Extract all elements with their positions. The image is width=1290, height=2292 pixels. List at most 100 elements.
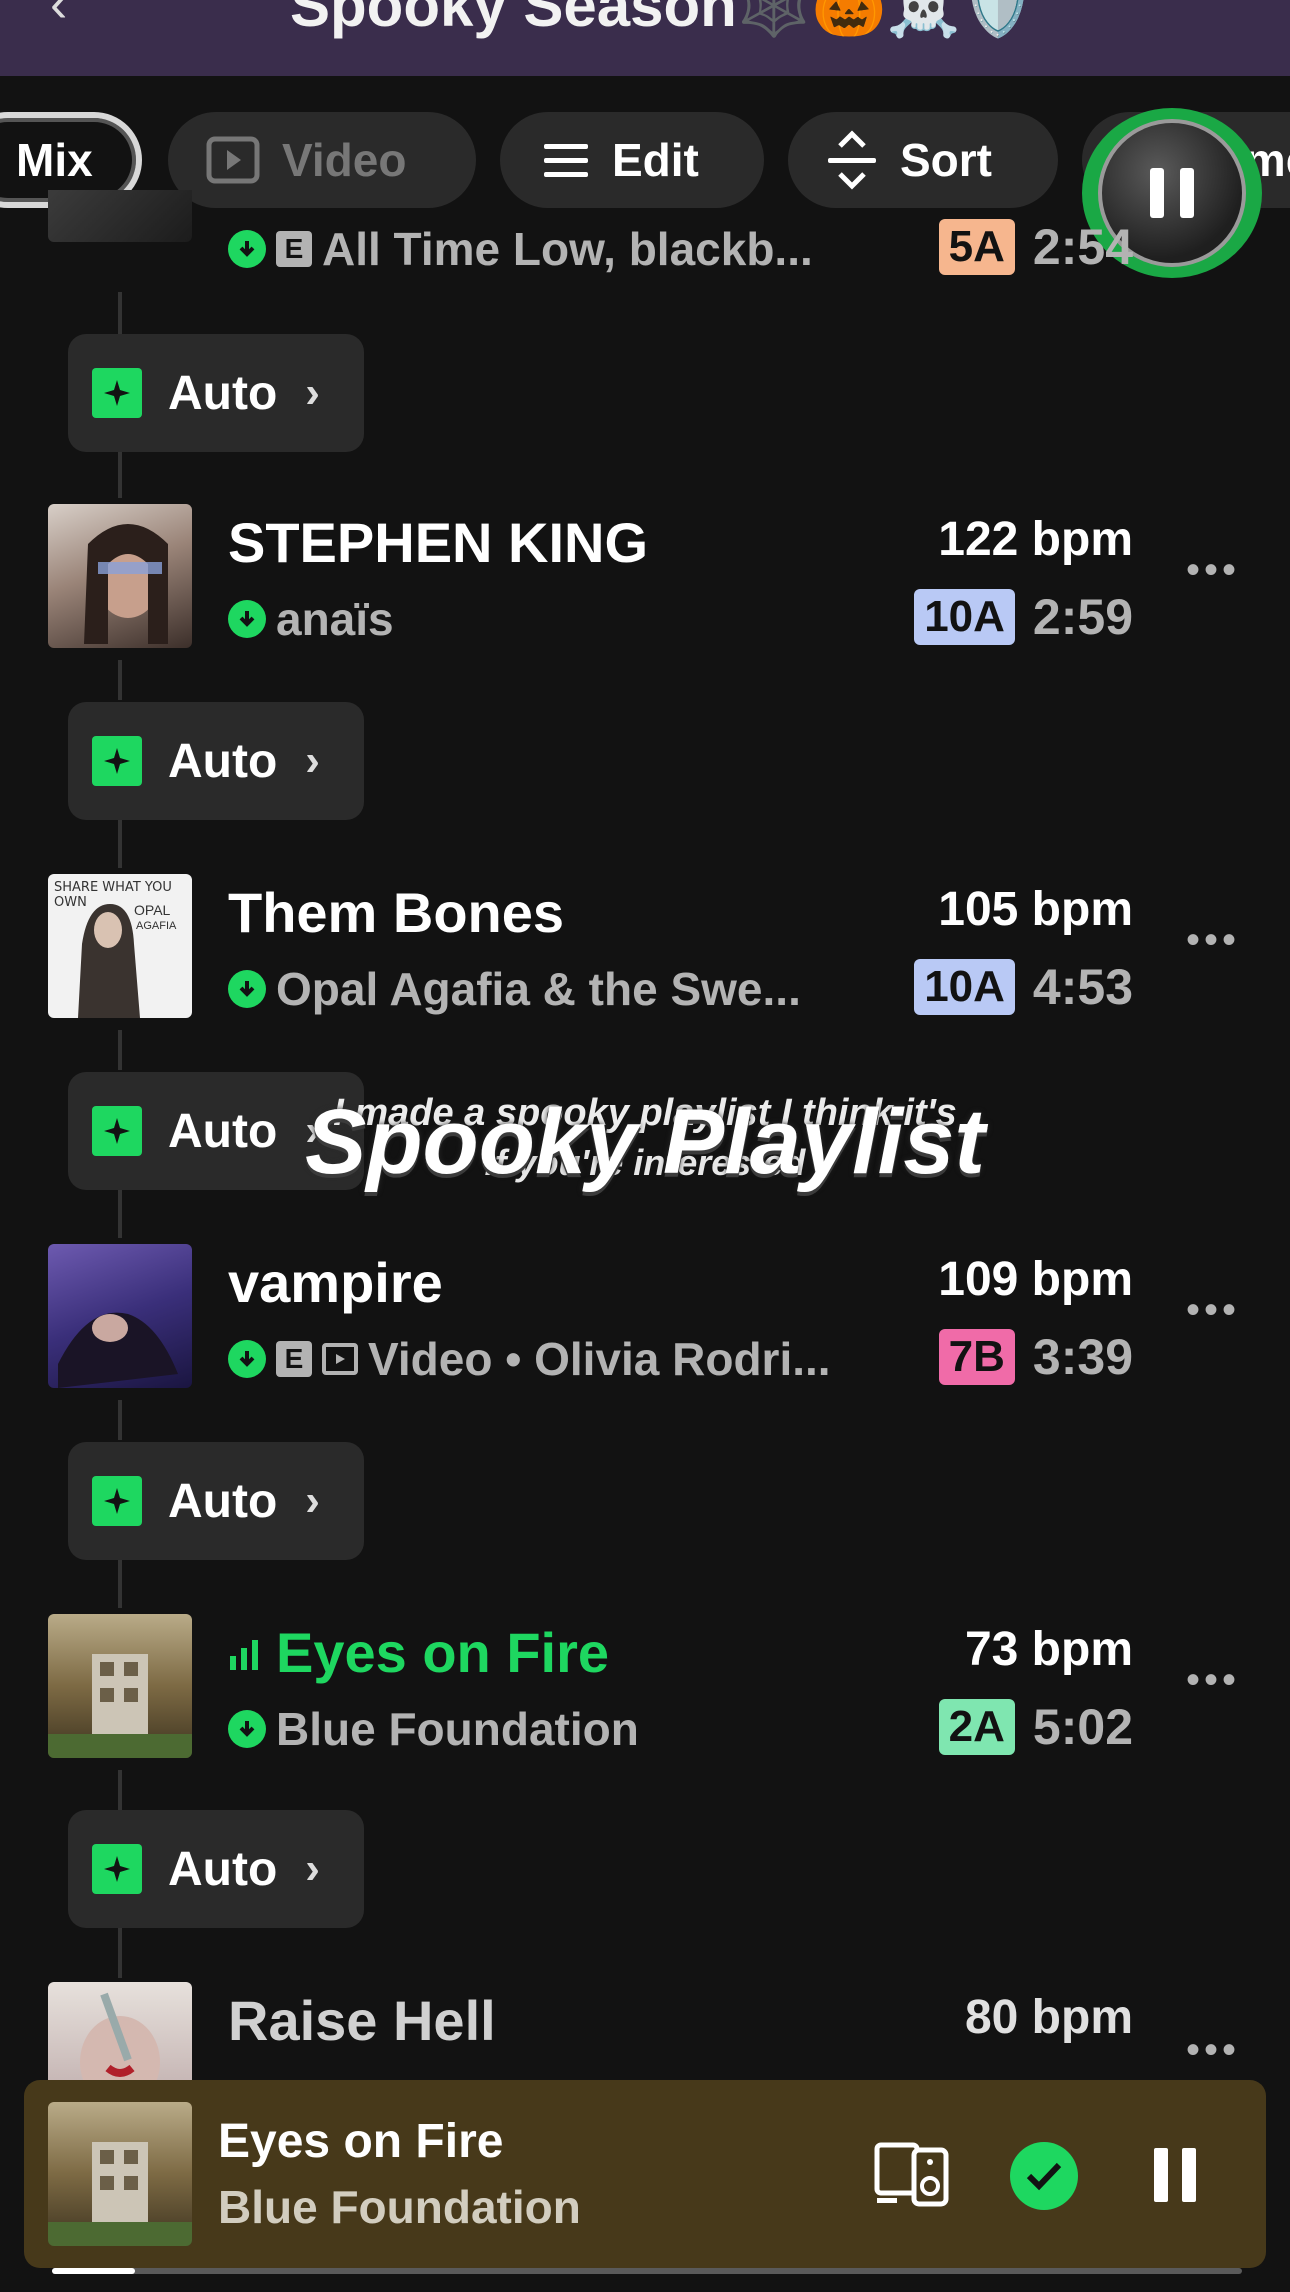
track-title: vampire — [228, 1251, 443, 1314]
more-options-icon[interactable]: ••• — [1186, 548, 1240, 593]
track-duration: 5:02 — [1032, 1699, 1133, 1755]
sparkle-icon — [92, 736, 142, 786]
connect-devices-icon[interactable] — [874, 2142, 950, 2213]
explicit-badge: E — [276, 231, 312, 267]
track-row[interactable]: Raise Hell 80 bpm ••• — [0, 1980, 1290, 2080]
track-artist: Opal Agafia & the Swe... — [276, 963, 801, 1015]
track-bpm: 73 bpm — [964, 1623, 1133, 1676]
now-playing-bars-icon — [228, 1620, 262, 1685]
album-art — [48, 1982, 192, 2080]
track-title: Them Bones — [228, 881, 565, 944]
track-connector — [118, 1928, 122, 1978]
track-bpm: 122 bpm — [938, 513, 1133, 566]
playlist-title: Spooky Season🕸️🎃☠️🛡️ — [290, 0, 1036, 39]
now-playing-title: Eyes on Fire — [218, 2115, 504, 2168]
downloaded-icon — [228, 1340, 266, 1378]
sparkle-icon — [92, 368, 142, 418]
playback-progress[interactable] — [52, 2268, 1242, 2274]
track-artist: anaïs — [276, 593, 394, 645]
explicit-badge: E — [276, 1341, 312, 1377]
track-artist: Blue Foundation — [276, 1703, 639, 1755]
track-duration: 2:54 — [1032, 219, 1133, 275]
track-subtitle: Blue Foundation — [228, 1702, 639, 1756]
mix-chip-label: Mix — [16, 134, 93, 186]
track-title-text: Eyes on Fire — [276, 1621, 610, 1684]
sparkle-icon — [92, 1844, 142, 1894]
downloaded-icon — [228, 970, 266, 1008]
track-connector — [118, 1770, 122, 1810]
sparkle-icon — [92, 1476, 142, 1526]
playlist-header: ‹ Spooky Season🕸️🎃☠️🛡️ — [0, 0, 1290, 76]
key-badge: 7B — [938, 1329, 1015, 1385]
more-options-icon[interactable]: ••• — [1186, 2028, 1240, 2073]
track-connector — [118, 1400, 122, 1440]
back-arrow-icon[interactable]: ‹ — [50, 0, 67, 34]
track-connector — [118, 818, 122, 868]
pause-icon[interactable] — [1154, 2148, 1196, 2202]
downloaded-icon — [228, 1710, 266, 1748]
track-artist: Video • Olivia Rodri... — [368, 1333, 831, 1385]
auto-transition-button[interactable]: Auto › — [68, 1810, 364, 1928]
video-icon — [322, 1343, 358, 1375]
key-badge: 10A — [914, 589, 1015, 645]
more-options-icon[interactable]: ••• — [1186, 918, 1240, 963]
track-bpm: 80 bpm — [964, 1991, 1133, 2044]
track-bpm: 109 bpm — [938, 1253, 1133, 1306]
chevron-right-icon: › — [305, 368, 320, 417]
more-options-icon[interactable]: ••• — [1186, 1658, 1240, 1703]
chevron-right-icon: › — [305, 1844, 320, 1893]
sort-chip-label: Sort — [900, 134, 992, 186]
track-subtitle: E Video • Olivia Rodri... — [228, 1332, 831, 1386]
track-subtitle: Opal Agafia & the Swe... — [228, 962, 801, 1016]
sort-icon — [826, 130, 878, 190]
auto-transition-button[interactable]: Auto › — [68, 702, 364, 820]
chevron-right-icon: › — [305, 736, 320, 785]
track-connector — [118, 1030, 122, 1070]
chevron-right-icon: › — [305, 1476, 320, 1525]
more-options-icon[interactable]: ••• — [1186, 1288, 1240, 1333]
auto-transition-button[interactable]: Auto › — [68, 1442, 364, 1560]
key-badge: 10A — [914, 959, 1015, 1015]
key-badge: 2A — [938, 1699, 1015, 1755]
track-connector — [118, 1188, 122, 1238]
track-connector — [118, 292, 122, 336]
now-playing-artist: Blue Foundation — [218, 2181, 581, 2233]
auto-label: Auto — [168, 1474, 278, 1528]
track-title: Raise Hell — [228, 1989, 496, 2052]
track-row[interactable]: E All Time Low, blackb... 5A 2:54 — [0, 190, 1290, 290]
track-row[interactable]: SHARE WHAT YOU OWN OPAL AGAFIA Them Bone… — [0, 870, 1290, 1020]
track-connector — [118, 1558, 122, 1608]
auto-transition-button[interactable]: Auto › — [68, 334, 364, 452]
track-row-playing[interactable]: Eyes on Fire Blue Foundation 73 bpm 2A 5… — [0, 1610, 1290, 1760]
track-title: Eyes on Fire — [228, 1620, 609, 1685]
track-connector — [118, 660, 122, 700]
track-artist: All Time Low, blackb... — [322, 223, 813, 275]
list-icon — [542, 140, 590, 180]
key-badge: 5A — [938, 219, 1015, 275]
added-check-icon[interactable] — [1010, 2142, 1078, 2210]
track-subtitle: E All Time Low, blackb... — [228, 222, 813, 276]
now-playing-bar[interactable]: Eyes on Fire Blue Foundation — [24, 2080, 1266, 2274]
downloaded-icon — [228, 230, 266, 268]
album-art — [48, 1614, 192, 1758]
track-row[interactable]: vampire E Video • Olivia Rodri... 109 bp… — [0, 1240, 1290, 1390]
auto-label: Auto — [168, 734, 278, 788]
auto-label: Auto — [168, 366, 278, 420]
album-art — [48, 1244, 192, 1388]
auto-label: Auto — [168, 1842, 278, 1896]
edit-chip-label: Edit — [612, 134, 699, 186]
track-row[interactable]: STEPHEN KING anaïs 122 bpm 10A 2:59 ••• — [0, 500, 1290, 650]
track-connector — [118, 448, 122, 498]
track-title: STEPHEN KING — [228, 511, 649, 574]
album-art — [48, 190, 192, 242]
caption-title: Spooky Playlist — [304, 1091, 986, 1193]
track-duration: 2:59 — [1032, 589, 1133, 645]
video-chip-label: Video — [282, 134, 407, 186]
track-bpm: 105 bpm — [938, 883, 1133, 936]
track-duration: 3:39 — [1032, 1329, 1133, 1385]
downloaded-icon — [228, 600, 266, 638]
album-art: SHARE WHAT YOU OWN OPAL AGAFIA — [48, 874, 192, 1018]
album-art — [48, 504, 192, 648]
video-icon — [206, 136, 260, 184]
now-playing-art — [48, 2102, 192, 2246]
